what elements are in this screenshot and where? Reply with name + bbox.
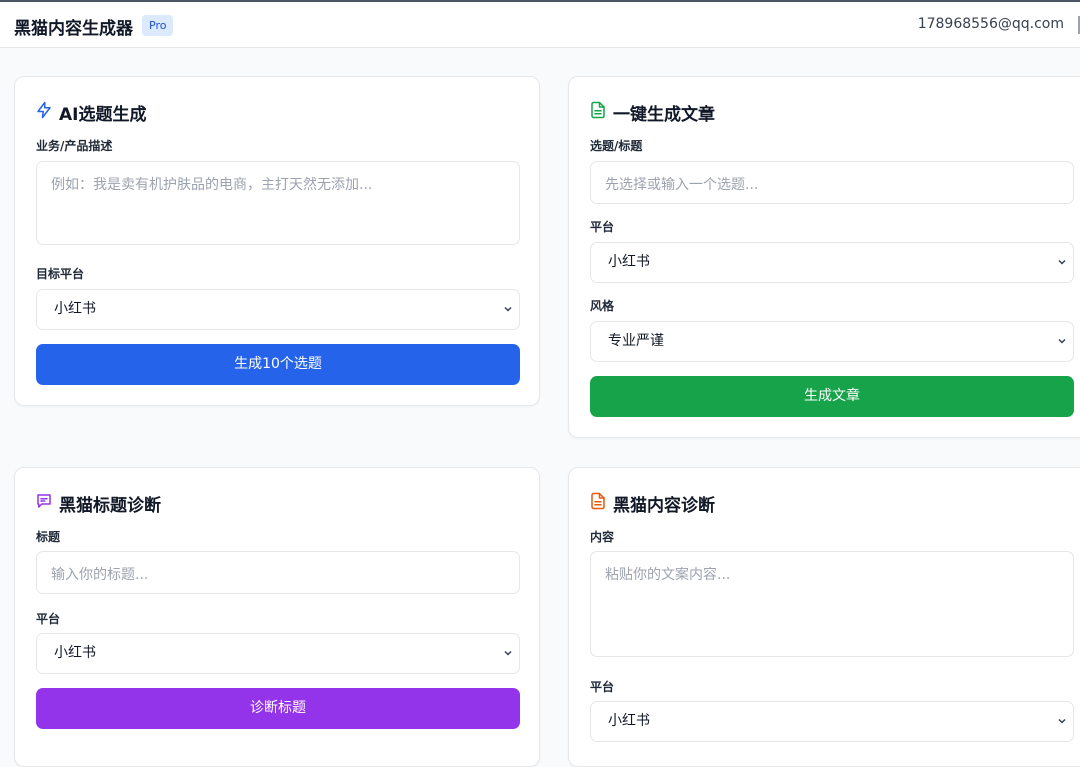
card-title: 黑猫标题诊断 — [59, 496, 161, 516]
pro-badge: Pro — [142, 15, 174, 36]
topic-label: 选题/标题 — [590, 139, 643, 153]
app-title: 黑猫内容生成器 — [14, 19, 133, 39]
user-email[interactable]: 178968556@qq.com — [918, 16, 1064, 32]
article-generator-card: 一键生成文章 选题/标题 先选择或输入一个选题... 平台 小红书 风格 专业严… — [568, 76, 1080, 438]
card-title: AI选题生成 — [59, 105, 147, 125]
chevron-down-icon — [1058, 338, 1066, 344]
style-label: 风格 — [590, 299, 615, 313]
content-input[interactable]: 粘贴你的文案内容... — [590, 551, 1074, 657]
platform-select-value: 小红书 — [54, 645, 96, 661]
generate-topics-button[interactable]: 生成10个选题 — [36, 344, 520, 385]
platform-label: 目标平台 — [36, 267, 85, 281]
platform-select[interactable]: 小红书 — [590, 701, 1074, 742]
platform-label: 平台 — [36, 612, 61, 626]
topic-generator-card: AI选题生成 业务/产品描述 例如：我是卖有机护肤品的电商，主打天然无添加...… — [14, 76, 540, 406]
title-label: 标题 — [36, 530, 61, 544]
chevron-down-icon — [1058, 718, 1066, 724]
title-input[interactable]: 输入你的标题... — [36, 551, 520, 594]
platform-label: 平台 — [590, 680, 615, 694]
lightning-icon — [37, 101, 51, 119]
desc-label: 业务/产品描述 — [36, 139, 113, 153]
document-icon — [591, 101, 605, 119]
card-title: 黑猫内容诊断 — [613, 496, 715, 516]
style-select[interactable]: 专业严谨 — [590, 321, 1074, 362]
topic-input[interactable]: 先选择或输入一个选题... — [590, 161, 1074, 204]
diagnose-title-button[interactable]: 诊断标题 — [36, 688, 520, 729]
style-select-value: 专业严谨 — [608, 333, 664, 349]
document-icon — [591, 492, 605, 510]
platform-select-value: 小红书 — [608, 254, 650, 270]
platform-select[interactable]: 小红书 — [36, 633, 520, 674]
platform-select[interactable]: 小红书 — [590, 242, 1074, 283]
card-title: 一键生成文章 — [613, 105, 715, 125]
platform-label: 平台 — [590, 220, 615, 234]
chevron-down-icon — [504, 306, 512, 312]
content-diagnosis-card: 黑猫内容诊断 内容 粘贴你的文案内容... 平台 小红书 — [568, 467, 1080, 767]
platform-select-value: 小红书 — [54, 301, 96, 317]
chevron-down-icon — [1058, 259, 1066, 265]
chevron-down-icon — [504, 650, 512, 656]
platform-select-value: 小红书 — [608, 713, 650, 729]
message-icon — [37, 494, 51, 508]
platform-select[interactable]: 小红书 — [36, 289, 520, 330]
business-desc-input[interactable]: 例如：我是卖有机护肤品的电商，主打天然无添加... — [36, 161, 520, 245]
top-bar: 黑猫内容生成器 Pro 178968556@qq.com — [0, 0, 1080, 48]
generate-article-button[interactable]: 生成文章 — [590, 376, 1074, 417]
content-label: 内容 — [590, 530, 615, 544]
title-diagnosis-card: 黑猫标题诊断 标题 输入你的标题... 平台 小红书 诊断标题 — [14, 467, 540, 767]
